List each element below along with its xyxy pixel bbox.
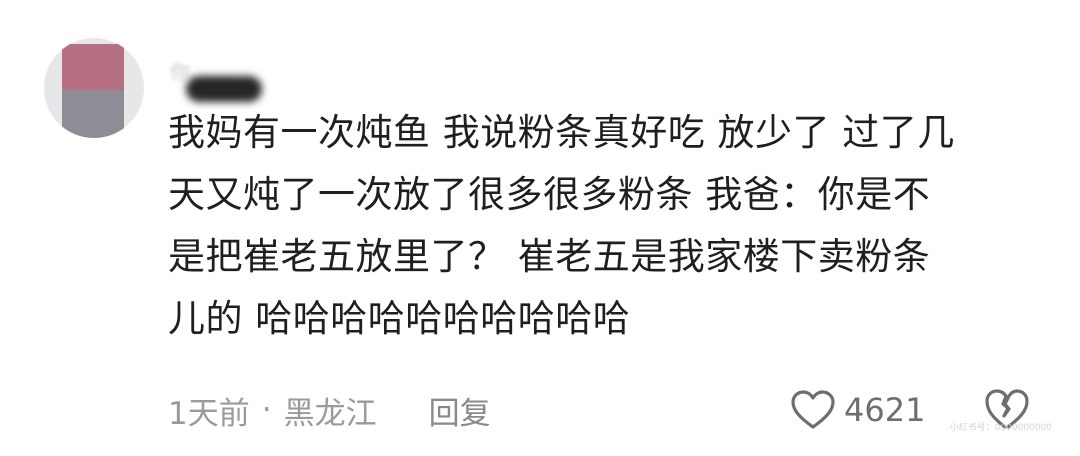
avatar-image-bottom	[62, 90, 124, 138]
comment-line: 我妈有一次炖鱼 我说粉条真好吃 放少了 过了几	[168, 111, 955, 154]
comment-line: 天又炖了一次放了很多很多粉条 我爸：你是不	[168, 173, 931, 216]
heart-outline-icon	[791, 390, 835, 429]
reply-button[interactable]: 回复	[429, 388, 491, 433]
avatar-image-top	[62, 44, 124, 90]
meta-separator: ·	[261, 392, 272, 428]
like-button[interactable]: 4621	[790, 386, 925, 434]
watermark: 小红书号：0000000000	[949, 423, 1052, 433]
comment-line: 儿的 哈哈哈哈哈哈哈哈哈哈	[168, 297, 631, 340]
avatar[interactable]	[44, 38, 144, 138]
like-count: 4621	[844, 391, 926, 429]
comment-time: 1天前	[168, 395, 250, 432]
comment-line: 是把崔老五放里了？ 崔老五是我家楼下卖粉条	[168, 235, 931, 278]
comment-meta: 1天前 · 黑龙江 回复	[168, 388, 491, 432]
comment-location: 黑龙江	[283, 395, 377, 432]
username-redacted[interactable]: 你……	[170, 56, 280, 104]
username-redaction-mask	[186, 76, 262, 102]
comment-text: 我妈有一次炖鱼 我说粉条真好吃 放少了 过了几 天又炖了一次放了很多很多粉条 我…	[168, 102, 1048, 350]
